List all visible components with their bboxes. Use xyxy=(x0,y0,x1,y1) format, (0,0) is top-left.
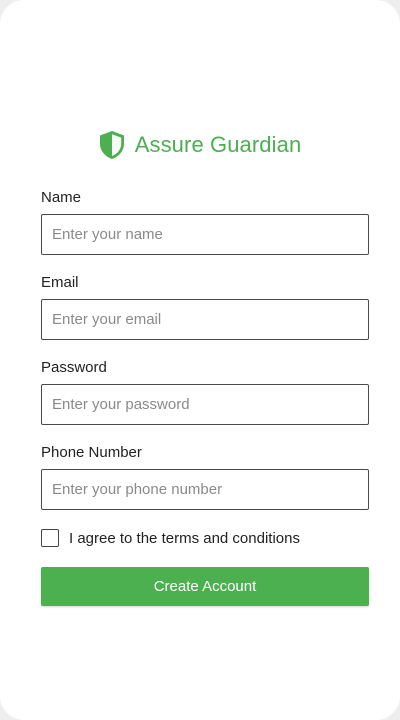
email-input[interactable] xyxy=(41,299,369,340)
terms-label: I agree to the terms and conditions xyxy=(69,529,300,547)
password-input[interactable] xyxy=(41,384,369,425)
terms-checkbox[interactable] xyxy=(41,529,59,547)
terms-row[interactable]: I agree to the terms and conditions xyxy=(41,528,369,548)
brand-name: Assure Guardian xyxy=(134,132,302,157)
password-label: Password xyxy=(41,359,107,376)
shield-icon xyxy=(99,131,124,159)
name-input[interactable] xyxy=(41,214,369,255)
brand-header: Assure Guardian xyxy=(0,128,400,162)
phone-input[interactable] xyxy=(41,469,369,510)
create-account-button[interactable]: Create Account xyxy=(41,567,369,606)
phone-label: Phone Number xyxy=(41,444,142,461)
signup-form: Name Email Password Phone Number I agree… xyxy=(41,188,369,606)
name-label: Name xyxy=(41,189,82,206)
email-label: Email xyxy=(41,274,79,291)
signup-card: Assure Guardian Name Email Password Phon… xyxy=(0,0,400,720)
